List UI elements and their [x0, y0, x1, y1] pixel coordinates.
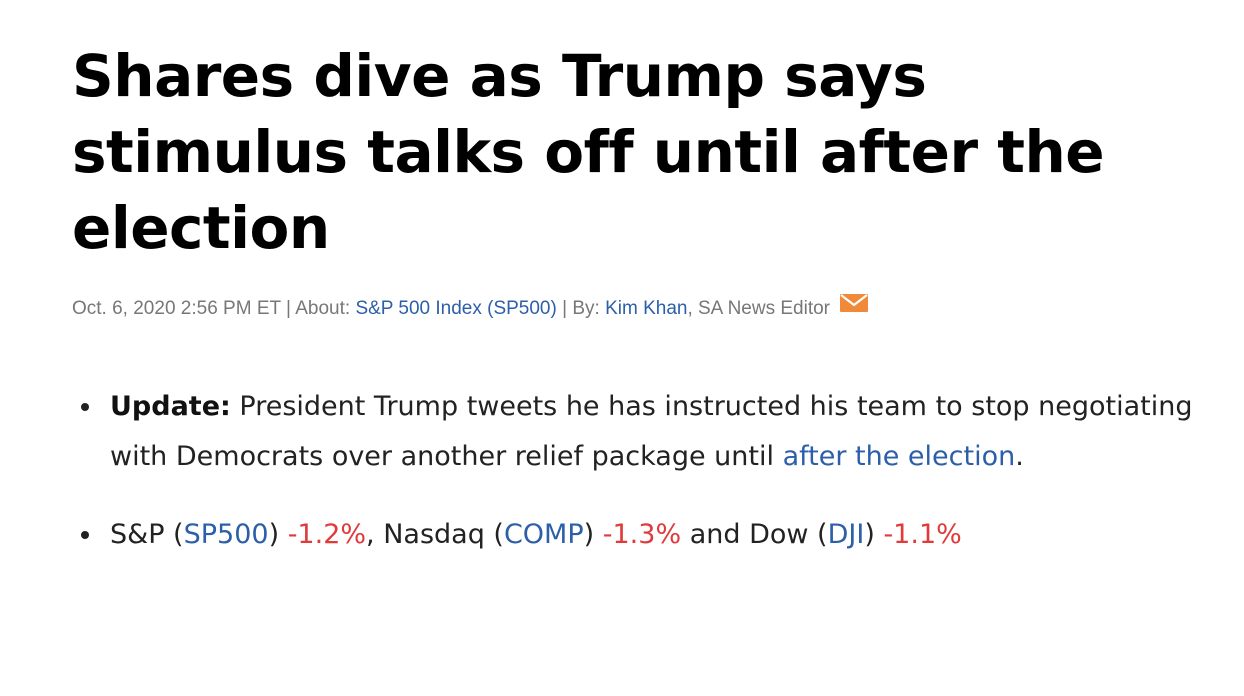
- by-label: By:: [572, 298, 606, 320]
- author-link[interactable]: Kim Khan: [605, 298, 687, 319]
- dow-change: -1.1%: [883, 519, 962, 550]
- nasdaq-change: -1.3%: [602, 519, 682, 550]
- author-role: , SA News Editor: [687, 298, 831, 320]
- update-label: Update:: [110, 391, 231, 422]
- meta-separator: |: [556, 298, 573, 320]
- about-symbol-link[interactable]: S&P 500 Index (SP500): [355, 298, 556, 319]
- article-datetime: Oct. 6, 2020 2:56 PM ET: [72, 298, 281, 320]
- update-end: .: [1015, 441, 1024, 472]
- bullet-dot: [81, 403, 89, 411]
- about-label: About:: [295, 298, 356, 320]
- bullet-markets: S&P (SP500) -1.2%, Nasdaq (COMP) -1.3% a…: [81, 510, 1210, 560]
- after-election-link[interactable]: after the election: [783, 441, 1016, 472]
- update-text: President Trump tweets he has instructed…: [110, 391, 1193, 472]
- nasdaq-label: , Nasdaq (: [366, 519, 504, 550]
- dow-close: ): [864, 519, 884, 550]
- sp-label: S&P (: [110, 519, 184, 550]
- bullet-dot: [81, 531, 89, 539]
- nasdaq-close: ): [583, 519, 603, 550]
- meta-separator: |: [280, 298, 296, 320]
- dji-ticker-link[interactable]: DJI: [828, 519, 865, 550]
- sp-close: ): [268, 519, 288, 550]
- sp500-ticker-link[interactable]: SP500: [184, 519, 269, 550]
- article: Shares dive as Trump says stimulus talks…: [0, 0, 1244, 696]
- summary-bullets: Update: President Trump tweets he has in…: [81, 382, 1210, 560]
- comp-ticker-link[interactable]: COMP: [504, 519, 584, 550]
- article-title: Shares dive as Trump says stimulus talks…: [72, 42, 1105, 262]
- sp-change: -1.2%: [287, 519, 367, 550]
- envelope-icon[interactable]: [840, 294, 869, 320]
- dow-label: and Dow (: [681, 519, 828, 550]
- article-meta: Oct. 6, 2020 2:56 PM ET | About: S&P 500…: [72, 294, 869, 322]
- bullet-update: Update: President Trump tweets he has in…: [81, 382, 1210, 482]
